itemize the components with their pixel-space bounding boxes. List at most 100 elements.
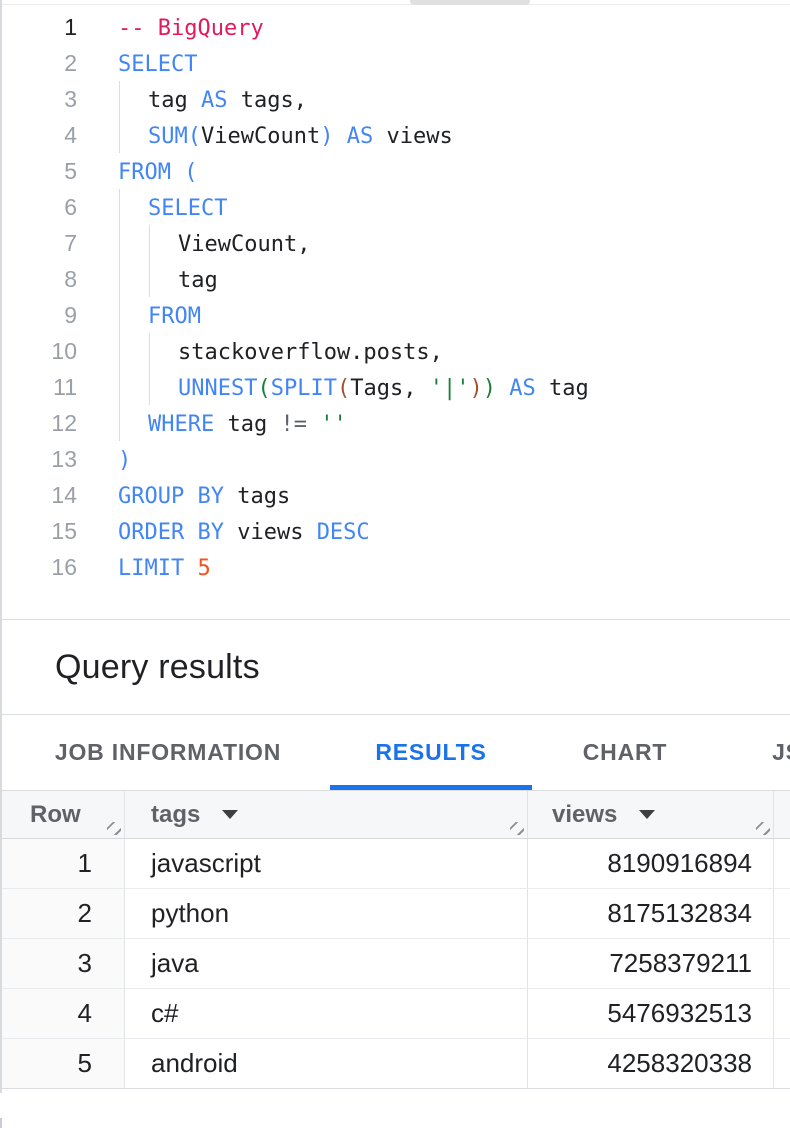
- token-id: tag: [178, 268, 218, 293]
- column-label: views: [552, 801, 617, 829]
- token-p2: (: [257, 376, 270, 401]
- token-kw: AS: [509, 376, 536, 401]
- token-p2: ): [483, 376, 496, 401]
- active-tab-underline: [330, 785, 532, 790]
- token-kw: LIMIT: [118, 556, 197, 581]
- code-text: SUM(ViewCount) AS views: [118, 119, 453, 155]
- token-str: '': [320, 412, 347, 437]
- tab-results[interactable]: RESULTS: [330, 715, 532, 790]
- sql-editor[interactable]: 1-- BigQuery2SELECT3tag AS tags,4SUM(Vie…: [0, 5, 790, 620]
- column-resize-handle[interactable]: [756, 822, 770, 835]
- code-text: ): [118, 443, 131, 479]
- token-kw: SUM: [148, 124, 188, 149]
- token-kw: SELECT: [118, 52, 197, 77]
- views-cell: 7258379211: [528, 939, 774, 988]
- code-text: SELECT: [118, 47, 197, 83]
- token-id: stackoverflow.posts,: [178, 340, 443, 365]
- tab-json[interactable]: JSON: [718, 715, 790, 790]
- views-cell: 8175132834: [528, 889, 774, 938]
- code-line[interactable]: 16 LIMIT 5: [0, 549, 790, 585]
- token-comment: -- BigQuery: [118, 16, 264, 41]
- row-number-cell: 3: [0, 939, 125, 988]
- token-id: Tags,: [350, 376, 429, 401]
- line-number: 15: [0, 513, 77, 549]
- sort-dropdown-icon[interactable]: [222, 810, 238, 819]
- token-kw: UNNEST: [178, 376, 257, 401]
- token-id: tag: [148, 88, 201, 113]
- line-number: 1: [0, 9, 77, 45]
- token-p1: ): [320, 124, 333, 149]
- code-text: SELECT: [118, 191, 227, 227]
- column-header-views[interactable]: views: [528, 791, 774, 838]
- tags-cell: javascript: [125, 839, 528, 888]
- views-cell: 8190916894: [528, 839, 774, 888]
- extra-cell: [774, 839, 790, 888]
- token-id: ViewCount,: [178, 232, 310, 257]
- bigquery-query-page: 1-- BigQuery2SELECT3tag AS tags,4SUM(Vie…: [0, 0, 790, 1128]
- code-line[interactable]: 5FROM (: [0, 153, 790, 189]
- line-number: 7: [0, 225, 77, 261]
- token-op: !=: [280, 412, 320, 437]
- extra-cell: [774, 1039, 790, 1088]
- table-row: 4c#5476932513: [0, 989, 790, 1039]
- tab-label: JOB INFORMATION: [55, 739, 281, 766]
- token-kw: AS: [201, 88, 228, 113]
- code-line[interactable]: 15 ORDER BY views DESC: [0, 513, 790, 549]
- views-cell: 4258320338: [528, 1039, 774, 1088]
- token-id: tag: [536, 376, 589, 401]
- column-resize-handle[interactable]: [510, 822, 524, 835]
- token-p3: (: [337, 376, 350, 401]
- token-kw: WHERE: [148, 412, 214, 437]
- token-kw: ORDER BY: [118, 520, 224, 545]
- code-text: ViewCount,: [118, 227, 310, 263]
- line-number: 10: [0, 333, 77, 369]
- token-p3: ): [469, 376, 482, 401]
- code-text: tag: [118, 263, 218, 299]
- row-number-cell: 4: [0, 989, 125, 1038]
- code-line[interactable]: 13): [0, 441, 790, 477]
- line-number: 16: [0, 549, 77, 585]
- tab-chart[interactable]: CHART: [562, 715, 688, 790]
- tags-cell: android: [125, 1039, 528, 1088]
- code-line[interactable]: 2 SELECT: [0, 45, 790, 81]
- token-id: [496, 376, 509, 401]
- token-kw: DESC: [317, 520, 370, 545]
- token-id: views: [373, 124, 452, 149]
- tab-job-information[interactable]: JOB INFORMATION: [36, 715, 300, 790]
- column-resize-handle[interactable]: [107, 822, 121, 835]
- token-id: views: [224, 520, 317, 545]
- results-table: Rowtagsviews1javascript81909168942python…: [0, 791, 790, 1089]
- token-kw: FROM: [118, 160, 184, 185]
- table-row: 3java7258379211: [0, 939, 790, 989]
- token-id: tags: [224, 484, 290, 509]
- table-row: 5android4258320338: [0, 1039, 790, 1089]
- code-text: LIMIT 5: [118, 551, 211, 587]
- footer-left-border: [0, 1118, 2, 1128]
- code-text: tag AS tags,: [118, 83, 307, 119]
- token-kw: FROM: [148, 304, 201, 329]
- code-line[interactable]: 1 -- BigQuery: [0, 9, 790, 45]
- token-kw: SELECT: [148, 196, 227, 221]
- token-id: tags,: [227, 88, 306, 113]
- table-row: 2python8175132834: [0, 889, 790, 939]
- token-p1: (: [188, 124, 201, 149]
- code-text: -- BigQuery: [118, 11, 264, 47]
- table-header-row: Rowtags views: [0, 791, 790, 839]
- views-cell: 5476932513: [528, 989, 774, 1038]
- code-text: ORDER BY views DESC: [118, 515, 370, 551]
- column-header-row[interactable]: Row: [0, 791, 125, 838]
- query-results-title: Query results: [55, 648, 260, 687]
- token-id: ViewCount: [201, 124, 320, 149]
- sort-dropdown-icon[interactable]: [639, 810, 655, 819]
- tags-cell: c#: [125, 989, 528, 1038]
- token-p1: ): [118, 448, 131, 473]
- line-number: 9: [0, 297, 77, 333]
- line-number: 14: [0, 477, 77, 513]
- code-text: UNNEST(SPLIT(Tags, '|')) AS tag: [118, 371, 589, 407]
- code-line[interactable]: 14GROUP BY tags: [0, 477, 790, 513]
- line-number: 6: [0, 189, 77, 225]
- column-header-tags[interactable]: tags: [125, 791, 528, 838]
- code-text: FROM: [118, 299, 201, 335]
- line-number: 2: [0, 45, 77, 81]
- code-text: FROM (: [118, 155, 197, 191]
